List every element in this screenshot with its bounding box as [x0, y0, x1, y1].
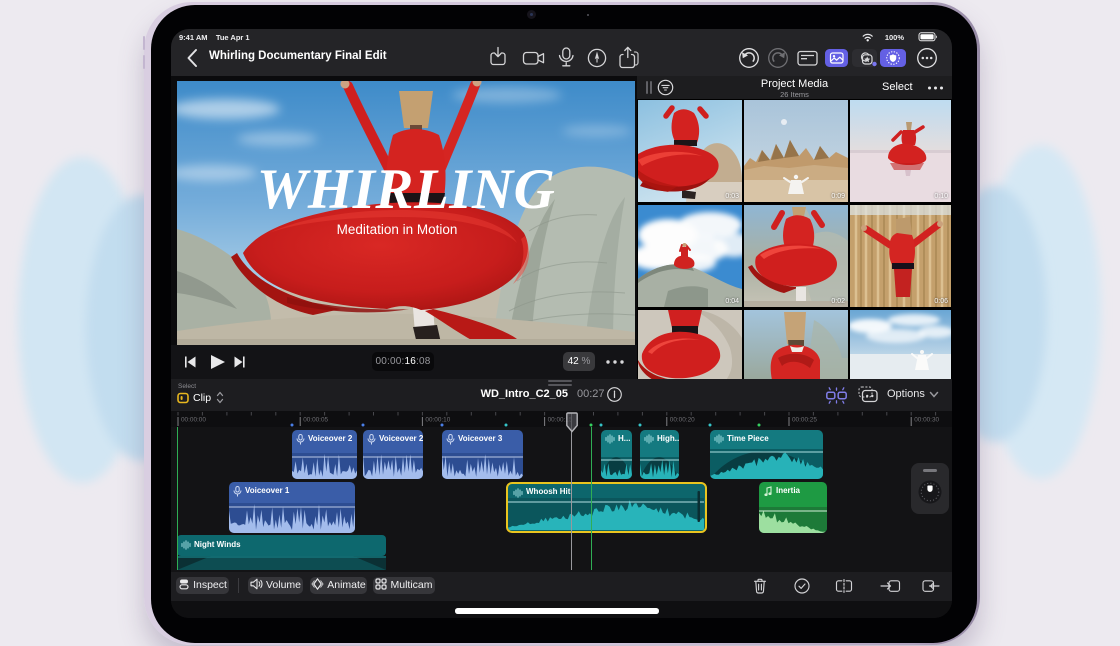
- svg-text:00:00:30: 00:00:30: [914, 417, 939, 424]
- svg-text:00:00:20: 00:00:20: [670, 417, 695, 424]
- svg-text:00:00:05: 00:00:05: [303, 417, 328, 424]
- svg-text:00:00:00: 00:00:00: [181, 417, 206, 424]
- svg-text:00:00:10: 00:00:10: [425, 417, 450, 424]
- svg-text:00:00:25: 00:00:25: [792, 417, 817, 424]
